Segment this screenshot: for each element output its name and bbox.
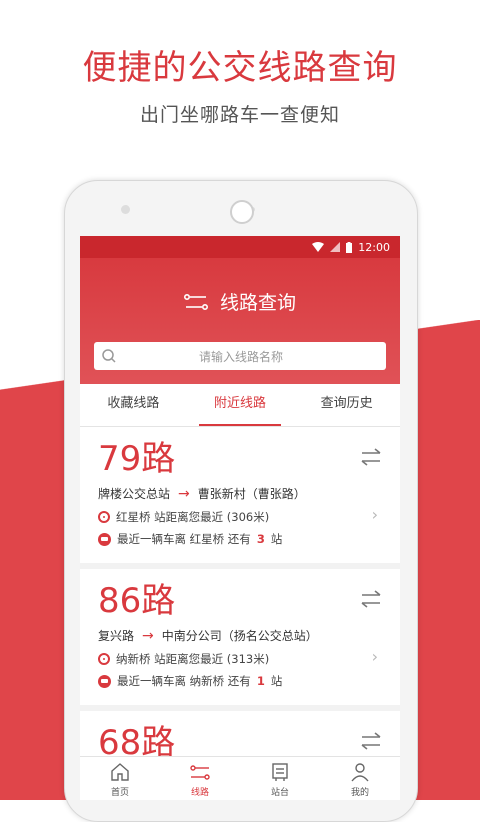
arrival-prefix: 最近一辆车离 红星桥 还有 [117,532,251,546]
status-bar: 12:00 [80,236,400,258]
route-card[interactable]: 86路 复兴路 → 中南分公司（扬名公交总站） 纳新桥 站距离您最近 (313米… [80,569,400,705]
station-icon [272,763,288,781]
nav-profile-label: 我的 [350,788,369,798]
home-icon [111,763,129,781]
app-screen: 12:00 线路查询 请输入线路名称 收藏线路 附近线路 查询历史 79路 牌楼… [80,236,400,800]
search-input[interactable]: 请输入线路名称 [94,342,386,370]
search-placeholder: 请输入线路名称 [198,349,283,364]
tab-favorites[interactable]: 收藏线路 [80,384,187,426]
status-time: 12:00 [358,240,390,254]
stops-count: 1 [256,674,265,688]
tab-history[interactable]: 查询历史 [293,384,400,426]
nearest-station: 纳新桥 站距离您最近 (313米) [98,651,269,667]
swap-direction-icon[interactable] [360,447,382,467]
route-start: 复兴路 [98,629,135,643]
battery-icon [346,241,353,253]
bus-icon [98,532,111,546]
route-number: 86路 [98,581,176,621]
bottom-nav: 首页 线路 站台 我的 [80,756,400,800]
arrival-prefix: 最近一辆车离 纳新桥 还有 [117,674,251,688]
chevron-right-icon: › [371,647,378,666]
tab-nearby[interactable]: 附近线路 [187,384,294,426]
signal-icon [330,242,341,252]
route-end: 曹张新村（曹张路） [197,487,306,501]
phone-sensor [121,205,130,214]
nearest-station-text: 红星桥 站距离您最近 (306米) [116,510,270,524]
swap-direction-icon[interactable] [360,731,382,751]
nearest-station-text: 纳新桥 站距离您最近 (313米) [116,652,270,666]
bus-icon [98,674,111,688]
arrival-info: 最近一辆车离 纳新桥 还有 1 站 [98,673,282,689]
nearest-station: 红星桥 站距离您最近 (306米) [98,509,269,525]
wifi-icon [312,242,325,252]
location-pin-icon [98,653,110,665]
nav-home[interactable]: 首页 [80,757,160,800]
route-icon [190,765,210,780]
stops-count: 3 [256,532,265,546]
promo-subline: 出门坐哪路车一查便知 [139,104,340,126]
arrow-right-icon: → [142,627,154,644]
route-endpoints: 牌楼公交总站 → 曹张新村（曹张路） [98,485,306,502]
app-header: 线路查询 请输入线路名称 [80,258,400,384]
page-title: 线路查询 [219,292,296,314]
route-start: 牌楼公交总站 [98,487,171,501]
nav-home-label: 首页 [110,788,129,798]
chevron-right-icon: › [371,505,378,524]
phone-camera [230,200,254,224]
route-endpoints: 复兴路 → 中南分公司（扬名公交总站） [98,627,318,644]
route-card[interactable]: 79路 牌楼公交总站 → 曹张新村（曹张路） 红星桥 站距离您最近 (306米)… [80,427,400,563]
route-end: 中南分公司（扬名公交总站） [161,629,318,643]
nav-stations-label: 站台 [270,788,289,798]
promo-headline: 便捷的公交线路查询 [82,48,398,88]
nav-stations[interactable]: 站台 [240,757,320,800]
nav-routes[interactable]: 线路 [160,757,240,800]
search-icon [102,349,116,363]
tab-bar: 收藏线路 附近线路 查询历史 [80,384,400,427]
location-pin-icon [98,511,110,523]
route-number: 79路 [98,439,176,479]
nav-routes-label: 线路 [190,788,209,798]
arrival-info: 最近一辆车离 红星桥 还有 3 站 [98,531,282,547]
arrival-suffix: 站 [270,674,283,688]
user-icon [351,763,369,782]
swap-direction-icon[interactable] [360,589,382,609]
arrow-right-icon: → [178,485,190,502]
nav-profile[interactable]: 我的 [320,757,400,800]
route-lines-icon [183,293,208,310]
arrival-suffix: 站 [270,532,283,546]
